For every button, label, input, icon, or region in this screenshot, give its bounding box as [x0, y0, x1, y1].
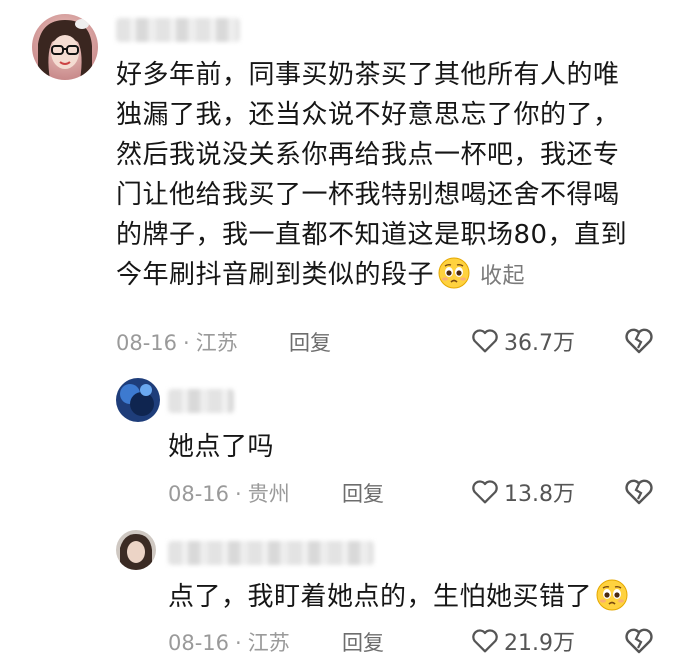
comment-meta: 08-16 · 江苏: [168, 627, 290, 657]
comment-line: 的牌子，我一直都不知道这是职场80，直到: [116, 220, 628, 250]
like-count: 36.7万: [504, 331, 575, 356]
meta-separator: ·: [235, 482, 242, 506]
comment-date: 08-16: [116, 331, 178, 355]
reply-button[interactable]: 回复: [289, 327, 331, 357]
like-button[interactable]: 21.9万: [470, 625, 575, 657]
avatar[interactable]: [116, 530, 156, 570]
username-blurred[interactable]: [168, 541, 374, 565]
avatar[interactable]: [32, 14, 98, 80]
collapse-link[interactable]: 收起: [480, 264, 525, 289]
like-count: 13.8万: [504, 482, 575, 507]
broken-heart-icon[interactable]: [623, 476, 655, 508]
comment-line: 独漏了我，还当众说不好意思忘了你的了，: [116, 100, 620, 130]
comment-text: 她点了吗: [168, 427, 274, 467]
comment-text: 点了，我盯着她点的，生怕她买错了: [168, 577, 628, 617]
like-count: 21.9万: [504, 631, 575, 656]
comment-line: 点了，我盯着她点的，生怕她买错了: [168, 582, 593, 612]
comment-line: 好多年前，同事买奶茶买了其他所有人的唯: [116, 60, 620, 90]
reply-button[interactable]: 回复: [342, 478, 384, 508]
comment-line: 今年刷抖音刷到类似的段子: [116, 260, 435, 290]
comment-date: 08-16: [168, 631, 230, 655]
comment-line: 她点了吗: [168, 432, 275, 462]
comment-line: 然后我说没关系你再给我点一杯吧，我还专: [116, 140, 620, 170]
like-button[interactable]: 13.8万: [470, 476, 575, 508]
comment-location: 江苏: [247, 631, 290, 655]
username-blurred[interactable]: [168, 389, 234, 413]
broken-heart-icon[interactable]: [623, 625, 655, 657]
meta-separator: ·: [235, 631, 242, 655]
comment-main: 好多年前，同事买奶茶买了其他所有人的唯 独漏了我，还当众说不好意思忘了你的了， …: [0, 0, 690, 365]
comment-meta: 08-16 · 贵州: [168, 478, 290, 508]
comment-meta: 08-16 · 江苏: [116, 327, 238, 357]
comment-date: 08-16: [168, 482, 230, 506]
comment-reply: 她点了吗 08-16 · 贵州 回复 13.8万: [0, 365, 690, 515]
comment-reply: 点了，我盯着她点的，生怕她买错了 08-16 · 江苏 回复 21.9万: [0, 515, 690, 666]
reply-button[interactable]: 回复: [342, 627, 384, 657]
comment-line: 门让他给我买了一杯我特别想喝还舍不得喝: [116, 180, 620, 210]
comment-location: 贵州: [247, 482, 290, 506]
meta-separator: ·: [183, 331, 190, 355]
like-button[interactable]: 36.7万: [470, 325, 575, 357]
heart-icon: [472, 329, 498, 353]
broken-heart-icon[interactable]: [623, 325, 655, 357]
heart-icon: [472, 480, 498, 504]
comment-text: 好多年前，同事买奶茶买了其他所有人的唯 独漏了我，还当众说不好意思忘了你的了， …: [116, 55, 627, 297]
pleading-face-emoji: [596, 579, 628, 611]
avatar[interactable]: [116, 378, 160, 422]
pleading-face-emoji: [438, 257, 470, 289]
heart-icon: [472, 629, 498, 653]
comment-location: 江苏: [195, 331, 238, 355]
username-blurred[interactable]: [116, 18, 240, 42]
